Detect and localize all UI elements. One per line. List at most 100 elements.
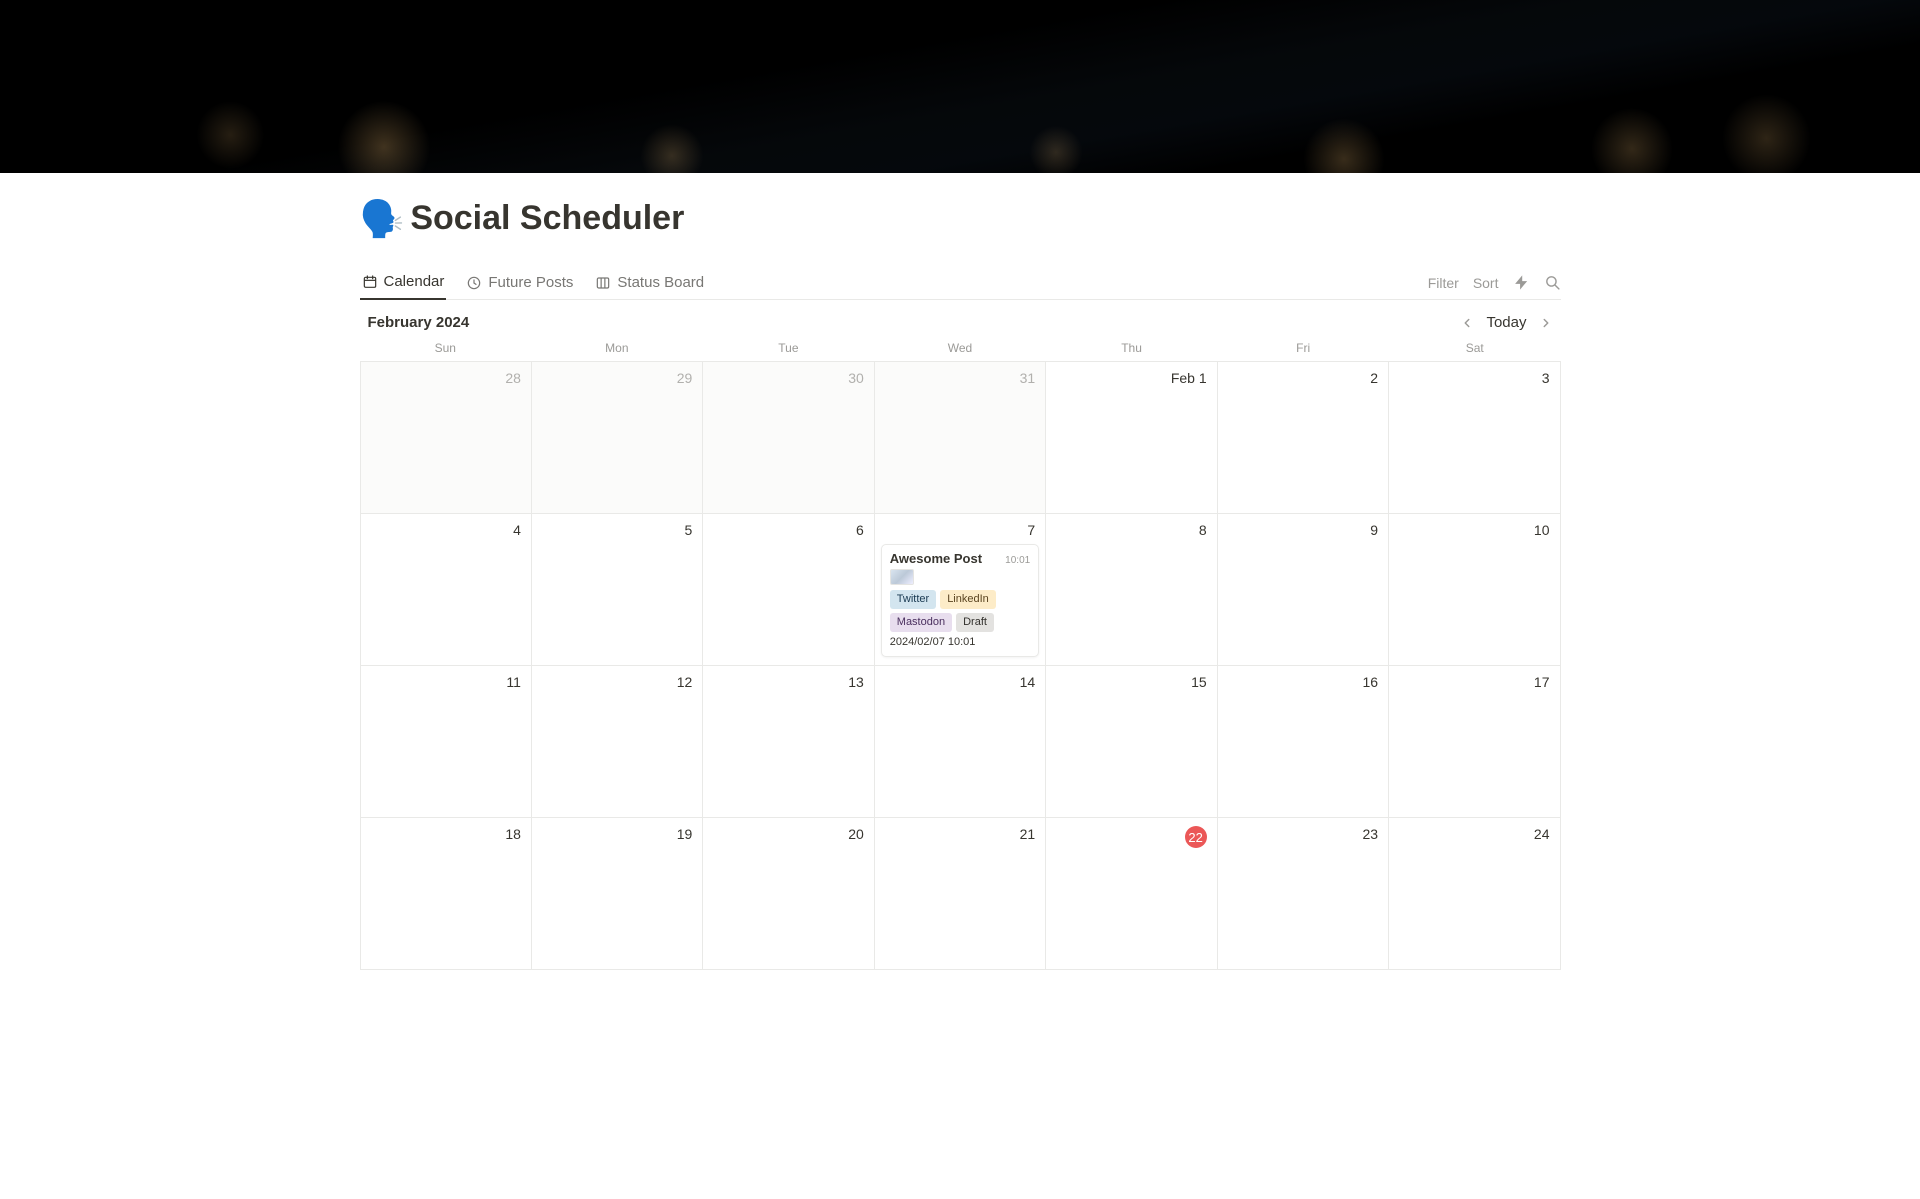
calendar-day[interactable]: 13 bbox=[703, 666, 874, 818]
calendar-day[interactable]: 30 bbox=[703, 362, 874, 514]
day-number: 18 bbox=[371, 826, 521, 842]
calendar-day[interactable]: 19 bbox=[532, 818, 703, 970]
calendar-day[interactable]: 2 bbox=[1218, 362, 1389, 514]
dow-label: Sun bbox=[360, 341, 532, 355]
calendar-day[interactable]: 7 Awesome Post10:01TwitterLinkedInMastodo… bbox=[875, 514, 1046, 666]
prev-month-button[interactable] bbox=[1460, 316, 1474, 330]
tab-calendar[interactable]: Calendar bbox=[360, 267, 447, 300]
calendar-day[interactable]: 9 bbox=[1218, 514, 1389, 666]
day-number: 15 bbox=[1056, 674, 1206, 690]
dow-label: Mon bbox=[531, 341, 703, 355]
day-number: 17 bbox=[1399, 674, 1549, 690]
day-of-week-header: SunMonTueWedThuFriSat bbox=[360, 341, 1561, 361]
day-number: Feb 1 bbox=[1056, 370, 1206, 386]
calendar-week: 4 5 6 7 Awesome Post10:01TwitterLinkedInMast… bbox=[361, 514, 1561, 666]
dow-label: Tue bbox=[703, 341, 875, 355]
tag-mastodon: Mastodon bbox=[890, 613, 952, 632]
calendar-day[interactable]: 14 bbox=[875, 666, 1046, 818]
event-time: 10:01 bbox=[1005, 555, 1030, 566]
tab-future[interactable]: Future Posts bbox=[464, 267, 575, 300]
day-number: 13 bbox=[713, 674, 863, 690]
event-datetime: 2024/02/07 10:01 bbox=[890, 636, 1030, 648]
tab-label: Status Board bbox=[617, 274, 704, 291]
page-title[interactable]: Social Scheduler bbox=[410, 199, 684, 238]
page-icon[interactable]: 🗣️ bbox=[360, 201, 405, 237]
month-label: February 2024 bbox=[368, 314, 470, 331]
automations-button[interactable] bbox=[1513, 274, 1530, 291]
calendar-day[interactable]: 28 bbox=[361, 362, 532, 514]
day-number: 9 bbox=[1228, 522, 1378, 538]
calendar-day[interactable]: 17 bbox=[1389, 666, 1560, 818]
dow-label: Sat bbox=[1389, 341, 1561, 355]
event-thumbnail bbox=[890, 569, 914, 585]
day-number: 14 bbox=[885, 674, 1035, 690]
search-button[interactable] bbox=[1544, 274, 1561, 291]
day-number: 19 bbox=[542, 826, 692, 842]
day-number: 2 bbox=[1228, 370, 1378, 386]
day-number: 10 bbox=[1399, 522, 1549, 538]
calendar-day[interactable]: 20 bbox=[703, 818, 874, 970]
day-number: 30 bbox=[713, 370, 863, 386]
today-button[interactable]: Today bbox=[1486, 314, 1526, 331]
day-number: 23 bbox=[1228, 826, 1378, 842]
day-number: 16 bbox=[1228, 674, 1378, 690]
day-number: 6 bbox=[713, 522, 863, 538]
day-number: 20 bbox=[713, 826, 863, 842]
clock-icon bbox=[466, 275, 482, 291]
today-badge: 22 bbox=[1185, 826, 1207, 848]
event-card[interactable]: Awesome Post10:01TwitterLinkedInMastodon… bbox=[881, 544, 1039, 657]
chevron-left-icon bbox=[1460, 316, 1474, 330]
calendar-grid: 28293031Feb 1234567Awesome Post10:01Twit… bbox=[360, 361, 1561, 970]
calendar-day[interactable]: Feb 1 bbox=[1046, 362, 1217, 514]
dow-label: Fri bbox=[1217, 341, 1389, 355]
calendar-day[interactable]: 11 bbox=[361, 666, 532, 818]
month-header: February 2024 Today bbox=[360, 300, 1561, 341]
tab-label: Calendar bbox=[384, 273, 445, 290]
cover-image bbox=[0, 0, 1920, 173]
chevron-right-icon bbox=[1539, 316, 1553, 330]
calendar-day[interactable]: 23 bbox=[1218, 818, 1389, 970]
day-number: 8 bbox=[1056, 522, 1206, 538]
calendar-week: 11 12 13 14 15 16 17 bbox=[361, 666, 1561, 818]
day-number: 3 bbox=[1399, 370, 1549, 386]
calendar-day[interactable]: 3 bbox=[1389, 362, 1560, 514]
day-number: 24 bbox=[1399, 826, 1549, 842]
calendar-icon bbox=[362, 274, 378, 290]
calendar-day[interactable]: 6 bbox=[703, 514, 874, 666]
next-month-button[interactable] bbox=[1539, 316, 1553, 330]
calendar-day[interactable]: 8 bbox=[1046, 514, 1217, 666]
bolt-icon bbox=[1513, 274, 1530, 291]
title-row: 🗣️ Social Scheduler bbox=[360, 173, 1561, 238]
day-number: 11 bbox=[371, 674, 521, 690]
filter-button[interactable]: Filter bbox=[1428, 275, 1459, 291]
calendar-day[interactable]: 15 bbox=[1046, 666, 1217, 818]
calendar-day[interactable]: 5 bbox=[532, 514, 703, 666]
calendar-day[interactable]: 24 bbox=[1389, 818, 1560, 970]
dow-label: Thu bbox=[1046, 341, 1218, 355]
calendar-day[interactable]: 22 bbox=[1046, 818, 1217, 970]
day-number: 5 bbox=[542, 522, 692, 538]
calendar-day[interactable]: 10 bbox=[1389, 514, 1560, 666]
tab-status[interactable]: Status Board bbox=[593, 267, 706, 300]
calendar-day[interactable]: 21 bbox=[875, 818, 1046, 970]
day-number: 28 bbox=[371, 370, 521, 386]
search-icon bbox=[1544, 274, 1561, 291]
calendar-day[interactable]: 18 bbox=[361, 818, 532, 970]
tag-draft: Draft bbox=[956, 613, 994, 632]
toolbar: Filter Sort bbox=[1428, 274, 1561, 291]
calendar-day[interactable]: 12 bbox=[532, 666, 703, 818]
calendar-day[interactable]: 4 bbox=[361, 514, 532, 666]
day-number: 4 bbox=[371, 522, 521, 538]
day-number: 21 bbox=[885, 826, 1035, 842]
day-number: 7 bbox=[885, 522, 1035, 538]
calendar-day[interactable]: 29 bbox=[532, 362, 703, 514]
calendar-day[interactable]: 16 bbox=[1218, 666, 1389, 818]
event-tags: TwitterLinkedInMastodonDraft bbox=[890, 590, 1030, 632]
day-number: 12 bbox=[542, 674, 692, 690]
calendar-day[interactable]: 31 bbox=[875, 362, 1046, 514]
sort-button[interactable]: Sort bbox=[1473, 275, 1499, 291]
day-number: 31 bbox=[885, 370, 1035, 386]
tab-label: Future Posts bbox=[488, 274, 573, 291]
day-number: 29 bbox=[542, 370, 692, 386]
calendar-week: 28 29 30 31 Feb 1 2 3 bbox=[361, 362, 1561, 514]
